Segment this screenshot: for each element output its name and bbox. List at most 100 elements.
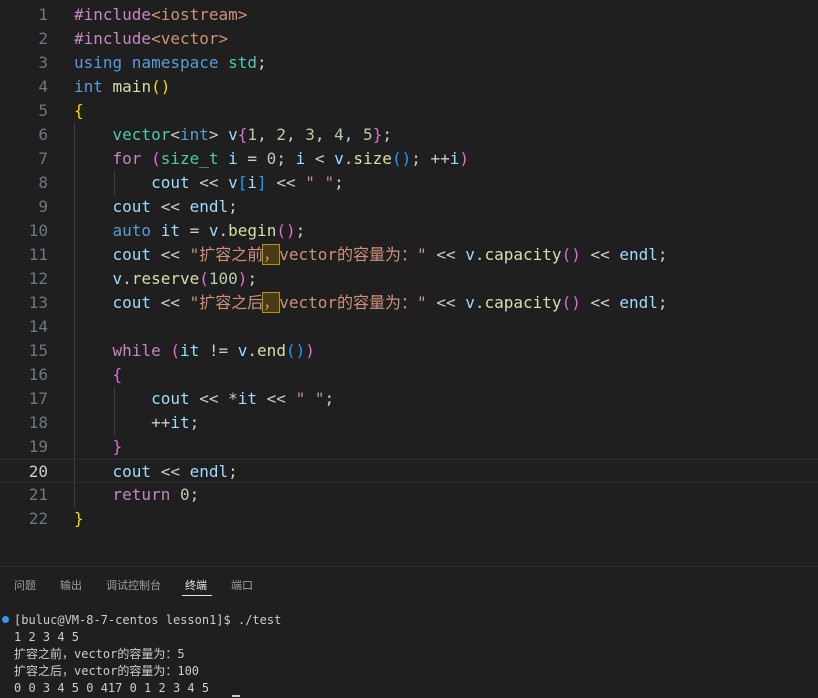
code-line[interactable]: 6 vector<int> v{1, 2, 3, 4, 5}; xyxy=(0,123,818,147)
code-token: cout xyxy=(112,245,152,264)
code-token: ; xyxy=(189,413,200,432)
indent-guide xyxy=(114,387,115,435)
code-line[interactable]: 7 for (size_t i = 0; i < v.size(); ++i) xyxy=(0,147,818,171)
code-token: it xyxy=(179,341,200,360)
command-status-icon xyxy=(2,616,9,623)
code-line[interactable]: 10 auto it = v.begin(); xyxy=(0,219,818,243)
code-line[interactable]: 1 #include<iostream> xyxy=(0,3,818,27)
code-token: v xyxy=(112,269,123,288)
code-editor[interactable]: 1 #include<iostream> 2 #include<vector> 3 usi… xyxy=(0,0,818,560)
code-token: = xyxy=(237,149,267,168)
code-line[interactable]: 3 using namespace std; xyxy=(0,51,818,75)
code-token: << xyxy=(580,245,620,264)
code-line[interactable]: 5{ xyxy=(0,99,818,123)
code-token: cout xyxy=(112,197,152,216)
code-line[interactable]: 4 int main() xyxy=(0,75,818,99)
code-token: "扩容之后 xyxy=(189,293,264,312)
code-token: . xyxy=(343,149,354,168)
code-token: ] xyxy=(257,173,267,192)
line-number: 4 xyxy=(38,77,48,96)
code-text: for (size_t i = 0; i < v.size(); ++i) xyxy=(74,147,469,171)
code-line[interactable]: 14 xyxy=(0,315,818,339)
panel-tab-bar: 问题 输出 调试控制台 终端 端口 xyxy=(0,567,818,603)
code-token: " " xyxy=(295,389,325,408)
code-text: #include<vector> xyxy=(74,27,228,51)
code-token: . xyxy=(474,245,485,264)
code-line[interactable]: 12 v.reserve(100); xyxy=(0,267,818,291)
code-token: () xyxy=(151,77,171,96)
code-token: . xyxy=(247,341,258,360)
code-token: it xyxy=(151,221,180,240)
code-token: vector xyxy=(112,125,171,144)
code-token: cout xyxy=(151,173,190,192)
panel-tab-0[interactable]: 问题 xyxy=(14,577,36,593)
code-token: i xyxy=(218,149,238,168)
code-token: { xyxy=(237,125,248,144)
code-token: i xyxy=(449,149,460,168)
code-token: ; xyxy=(324,389,335,408)
code-token: return xyxy=(112,485,171,504)
code-line[interactable]: 19 } xyxy=(0,435,818,459)
code-token: ++ xyxy=(74,413,171,432)
code-token: endl xyxy=(189,462,229,481)
code-token: [ xyxy=(237,173,248,192)
code-token: () xyxy=(285,341,306,360)
panel-tab-2[interactable]: 调试控制台 xyxy=(106,577,161,593)
code-token: ( xyxy=(141,149,161,168)
panel-tab-4[interactable]: 端口 xyxy=(231,577,253,593)
code-line[interactable]: 20 cout << endl; xyxy=(0,459,818,483)
line-number: 16 xyxy=(28,365,48,384)
code-token: ; xyxy=(657,293,668,312)
code-token: endl xyxy=(619,245,658,264)
code-token: ; ++ xyxy=(411,149,450,168)
code-token: cout xyxy=(151,389,190,408)
code-token: , xyxy=(257,125,277,144)
code-line[interactable]: 16 { xyxy=(0,363,818,387)
code-line[interactable]: 11 cout << "扩容之前，vector的容量为：" << v.capac… xyxy=(0,243,818,267)
code-token: main xyxy=(102,77,152,96)
panel-tab-1[interactable]: 输出 xyxy=(60,577,82,593)
code-text: { xyxy=(74,363,123,387)
code-line[interactable]: 8 cout << v[i] << " "; xyxy=(0,171,818,195)
terminal-output[interactable]: [buluc@VM-8-7-centos lesson1]$ ./test 1 2… xyxy=(0,610,818,698)
code-line[interactable]: 13 cout << "扩容之后，vector的容量为：" << v.capac… xyxy=(0,291,818,315)
code-line[interactable]: 17 cout << *it << " "; xyxy=(0,387,818,411)
code-line[interactable]: 18 ++it; xyxy=(0,411,818,435)
code-line[interactable]: 15 while (it != v.end()) xyxy=(0,339,818,363)
line-number: 14 xyxy=(28,317,48,336)
code-token: it xyxy=(170,413,190,432)
line-number: 6 xyxy=(38,125,48,144)
line-number: 20 xyxy=(28,462,48,481)
code-token: end xyxy=(257,341,286,360)
code-token: "扩容之前 xyxy=(189,245,264,264)
code-text: ++it; xyxy=(74,411,199,435)
code-token: namespace xyxy=(122,53,219,72)
code-text: v.reserve(100); xyxy=(74,267,258,291)
code-token: ; xyxy=(228,197,238,216)
line-number: 15 xyxy=(28,341,48,360)
code-token: reserve xyxy=(131,269,200,288)
code-line[interactable]: 22} xyxy=(0,507,818,531)
code-line[interactable]: 2 #include<vector> xyxy=(0,27,818,51)
code-token: 2 xyxy=(276,125,286,144)
code-line[interactable]: 21 return 0; xyxy=(0,483,818,507)
code-token: , xyxy=(343,125,364,144)
code-token: int xyxy=(74,77,103,96)
code-token: #include xyxy=(74,29,152,48)
code-text: } xyxy=(74,507,84,531)
code-token: ) xyxy=(459,149,470,168)
panel-tab-3[interactable]: 终端 xyxy=(185,577,207,593)
code-token: , xyxy=(314,125,335,144)
code-token: << xyxy=(426,245,466,264)
code-line[interactable]: 9 cout << endl; xyxy=(0,195,818,219)
code-token: , xyxy=(285,125,306,144)
line-number: 17 xyxy=(28,389,48,408)
code-token: while xyxy=(112,341,161,360)
code-token: endl xyxy=(619,293,658,312)
code-token: } xyxy=(372,125,383,144)
